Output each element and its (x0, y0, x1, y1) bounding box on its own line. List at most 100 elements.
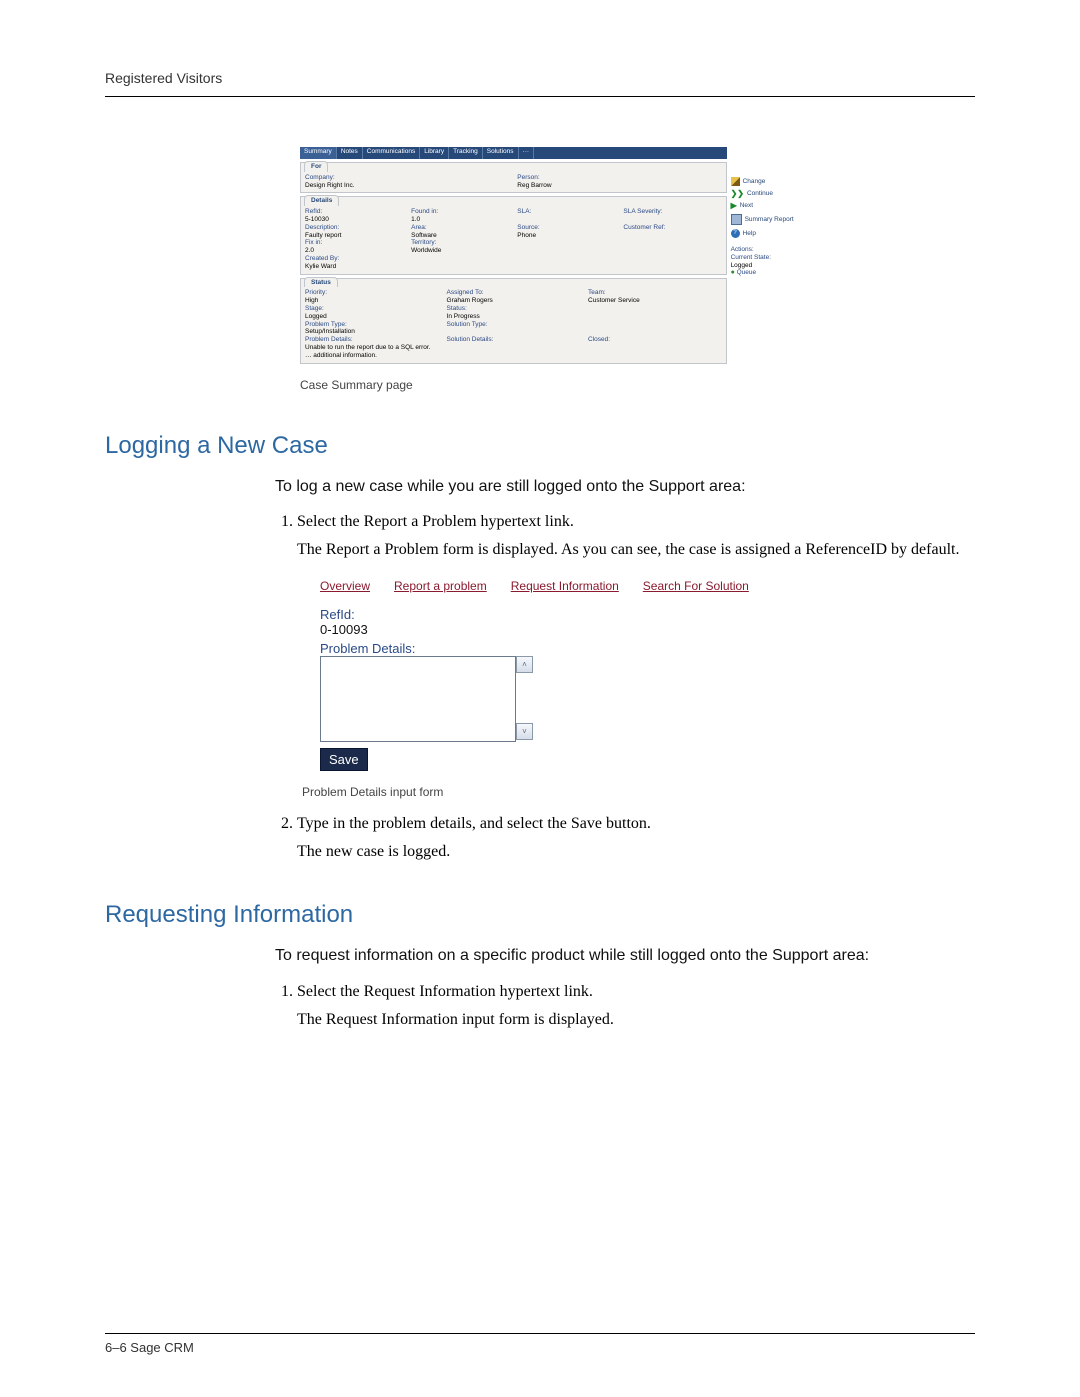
priority-value: High (305, 297, 439, 305)
scroll-down-button[interactable]: ˅ (516, 723, 533, 740)
link-overview[interactable]: Overview (320, 579, 370, 593)
intro-paragraph-1: To log a new case while you are still lo… (275, 476, 975, 498)
current-state-value: Logged (731, 262, 800, 270)
help-button[interactable]: ? Help (731, 227, 800, 240)
actions-heading: Actions: (731, 246, 800, 254)
for-panel: For Company: Design Right Inc. Person: R… (300, 162, 727, 193)
case-summary-screenshot: Summary Notes Communications Library Tra… (300, 147, 800, 392)
refid-label: RefId: (305, 208, 403, 216)
continue-icon: ❯❯ (731, 190, 744, 198)
queue-label: Queue (737, 269, 757, 276)
problemdetails-label: Problem Details: (305, 336, 439, 344)
figure-caption-2: Problem Details input form (302, 785, 975, 799)
problemtype-label: Problem Type: (305, 321, 439, 329)
solutiondetails-label: Solution Details: (447, 336, 581, 344)
territory-label: Territory: (411, 239, 509, 247)
change-label: Change (743, 178, 766, 186)
heading-logging-new-case: Logging a New Case (105, 432, 975, 460)
source-value: Phone (517, 232, 615, 240)
tab-communications[interactable]: Communications (363, 147, 420, 159)
step-1-1: Select the Report a Problem hypertext li… (297, 513, 975, 559)
header-rule (105, 96, 975, 97)
step-2-1-followup: The Request Information input form is di… (297, 1011, 975, 1029)
step-2-1-text: Select the Request Information hypertext… (297, 983, 593, 1000)
territory-value: Worldwide (411, 247, 509, 255)
solutiontype-label: Solution Type: (447, 321, 581, 329)
team-value: Customer Service (588, 297, 722, 305)
scroll-up-button[interactable]: ˄ (516, 656, 533, 673)
link-search[interactable]: Search For Solution (643, 579, 749, 593)
company-label: Company: (305, 174, 509, 182)
area-label: Area: (411, 224, 509, 232)
person-label: Person: (517, 174, 721, 182)
fix-value: 2.0 (305, 247, 403, 255)
assignedto-value: Graham Rogers (447, 297, 581, 305)
details-panel: Details RefId: 5-10030 Description: Faul… (300, 196, 727, 274)
stage-label: Stage: (305, 305, 439, 313)
area-value: Software (411, 232, 509, 240)
save-button[interactable]: Save (320, 748, 368, 771)
link-report[interactable]: Report a problem (394, 579, 487, 593)
change-button[interactable]: Change (731, 175, 800, 188)
refid-value: 5-10030 (305, 216, 403, 224)
next-label: Next (740, 202, 753, 210)
tab-library[interactable]: Library (420, 147, 449, 159)
form-refid-label: RefId: (320, 607, 770, 622)
summary-report-button[interactable]: Summary Report (731, 212, 800, 227)
report-icon (731, 214, 742, 225)
link-request[interactable]: Request Information (511, 579, 619, 593)
queue-action[interactable]: ● Queue (731, 269, 800, 277)
tab-bar: Summary Notes Communications Library Tra… (300, 147, 727, 159)
for-panel-title: For (304, 161, 328, 172)
tab-more[interactable]: ··· (519, 147, 535, 159)
fix-label: Fix in: (305, 239, 403, 247)
figure-caption-1: Case Summary page (300, 378, 800, 392)
status-panel: Status Priority: High Stage: Logged Prob… (300, 278, 727, 364)
page-footer: 6–6 Sage CRM (105, 1333, 975, 1355)
desc-value: Faulty report (305, 232, 403, 240)
step-1-2-followup: The new case is logged. (297, 843, 975, 861)
priority-label: Priority: (305, 289, 439, 297)
tab-summary[interactable]: Summary (300, 147, 337, 159)
problem-details-form-screenshot: Overview Report a problem Request Inform… (320, 575, 770, 771)
company-value: Design Right Inc. (305, 182, 509, 190)
problemtype-value: Setup/Installation (305, 328, 439, 336)
next-icon: ▶ (731, 202, 737, 210)
problem-details-textarea[interactable] (320, 656, 516, 742)
intro-paragraph-2: To request information on a specific pro… (275, 945, 975, 967)
assignedto-label: Assigned To: (447, 289, 581, 297)
running-header: Registered Visitors (105, 70, 975, 92)
form-refid-value: 0-10093 (320, 622, 770, 637)
custref-label: Customer Ref: (623, 224, 721, 232)
desc-label: Description: (305, 224, 403, 232)
continue-label: Continue (747, 190, 773, 198)
summary-report-label: Summary Report (745, 216, 794, 224)
help-label: Help (743, 230, 756, 238)
step-1-2: Type in the problem details, and select … (297, 815, 975, 861)
step-1-1-text: Select the Report a Problem hypertext li… (297, 513, 574, 530)
stage-value: Logged (305, 313, 439, 321)
step-2-1: Select the Request Information hypertext… (297, 983, 975, 1029)
tab-notes[interactable]: Notes (337, 147, 363, 159)
person-value: Reg Barrow (517, 182, 721, 190)
source-label: Source: (517, 224, 615, 232)
step-1-2-text: Type in the problem details, and select … (297, 815, 651, 832)
closed-label: Closed: (588, 336, 722, 344)
current-state-label: Current State: (731, 254, 800, 262)
createdby-value: Kylie Ward (305, 263, 403, 271)
status-value: In Progress (447, 313, 581, 321)
details-panel-title: Details (304, 195, 339, 206)
right-action-bar: Change ❯❯ Continue ▶ Next Summary Report (727, 147, 800, 364)
createdby-label: Created By: (305, 255, 403, 263)
chevron-down-icon: ˅ (522, 727, 527, 736)
sla-label: SLA: (517, 208, 615, 216)
tab-solutions[interactable]: Solutions (483, 147, 519, 159)
continue-button[interactable]: ❯❯ Continue (731, 188, 800, 200)
status-label: Status: (447, 305, 581, 313)
problemdetails-value: Unable to run the report due to a SQL er… (305, 344, 439, 360)
next-button[interactable]: ▶ Next (731, 200, 800, 212)
status-panel-title: Status (304, 277, 338, 288)
step-1-1-followup: The Report a Problem form is displayed. … (297, 541, 975, 559)
tab-tracking[interactable]: Tracking (449, 147, 483, 159)
foundin-value: 1.0 (411, 216, 509, 224)
